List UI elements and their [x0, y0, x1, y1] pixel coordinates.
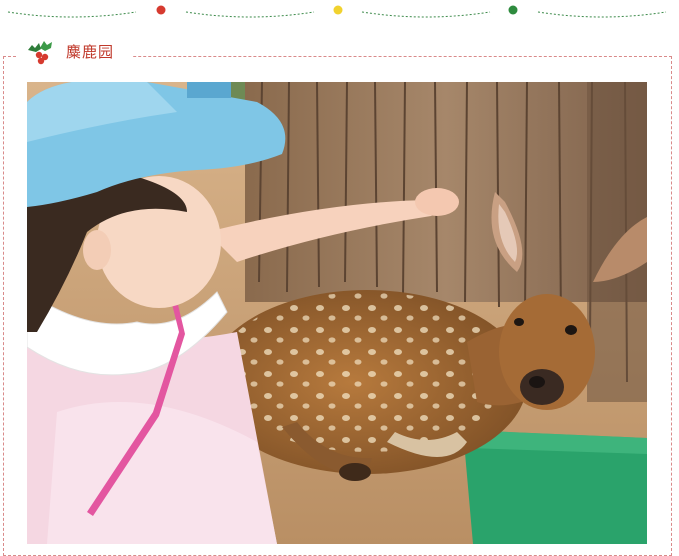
red-ornament-icon	[156, 5, 166, 15]
holly-icon	[28, 41, 52, 65]
section-header: 麋鹿园	[26, 38, 114, 66]
top-garland-decoration	[7, 5, 667, 18]
yellow-ornament-icon	[333, 5, 343, 15]
green-ornament-icon	[508, 5, 518, 15]
child-feeding-deer-photo	[27, 82, 647, 544]
section-title: 麋鹿园	[66, 43, 115, 61]
